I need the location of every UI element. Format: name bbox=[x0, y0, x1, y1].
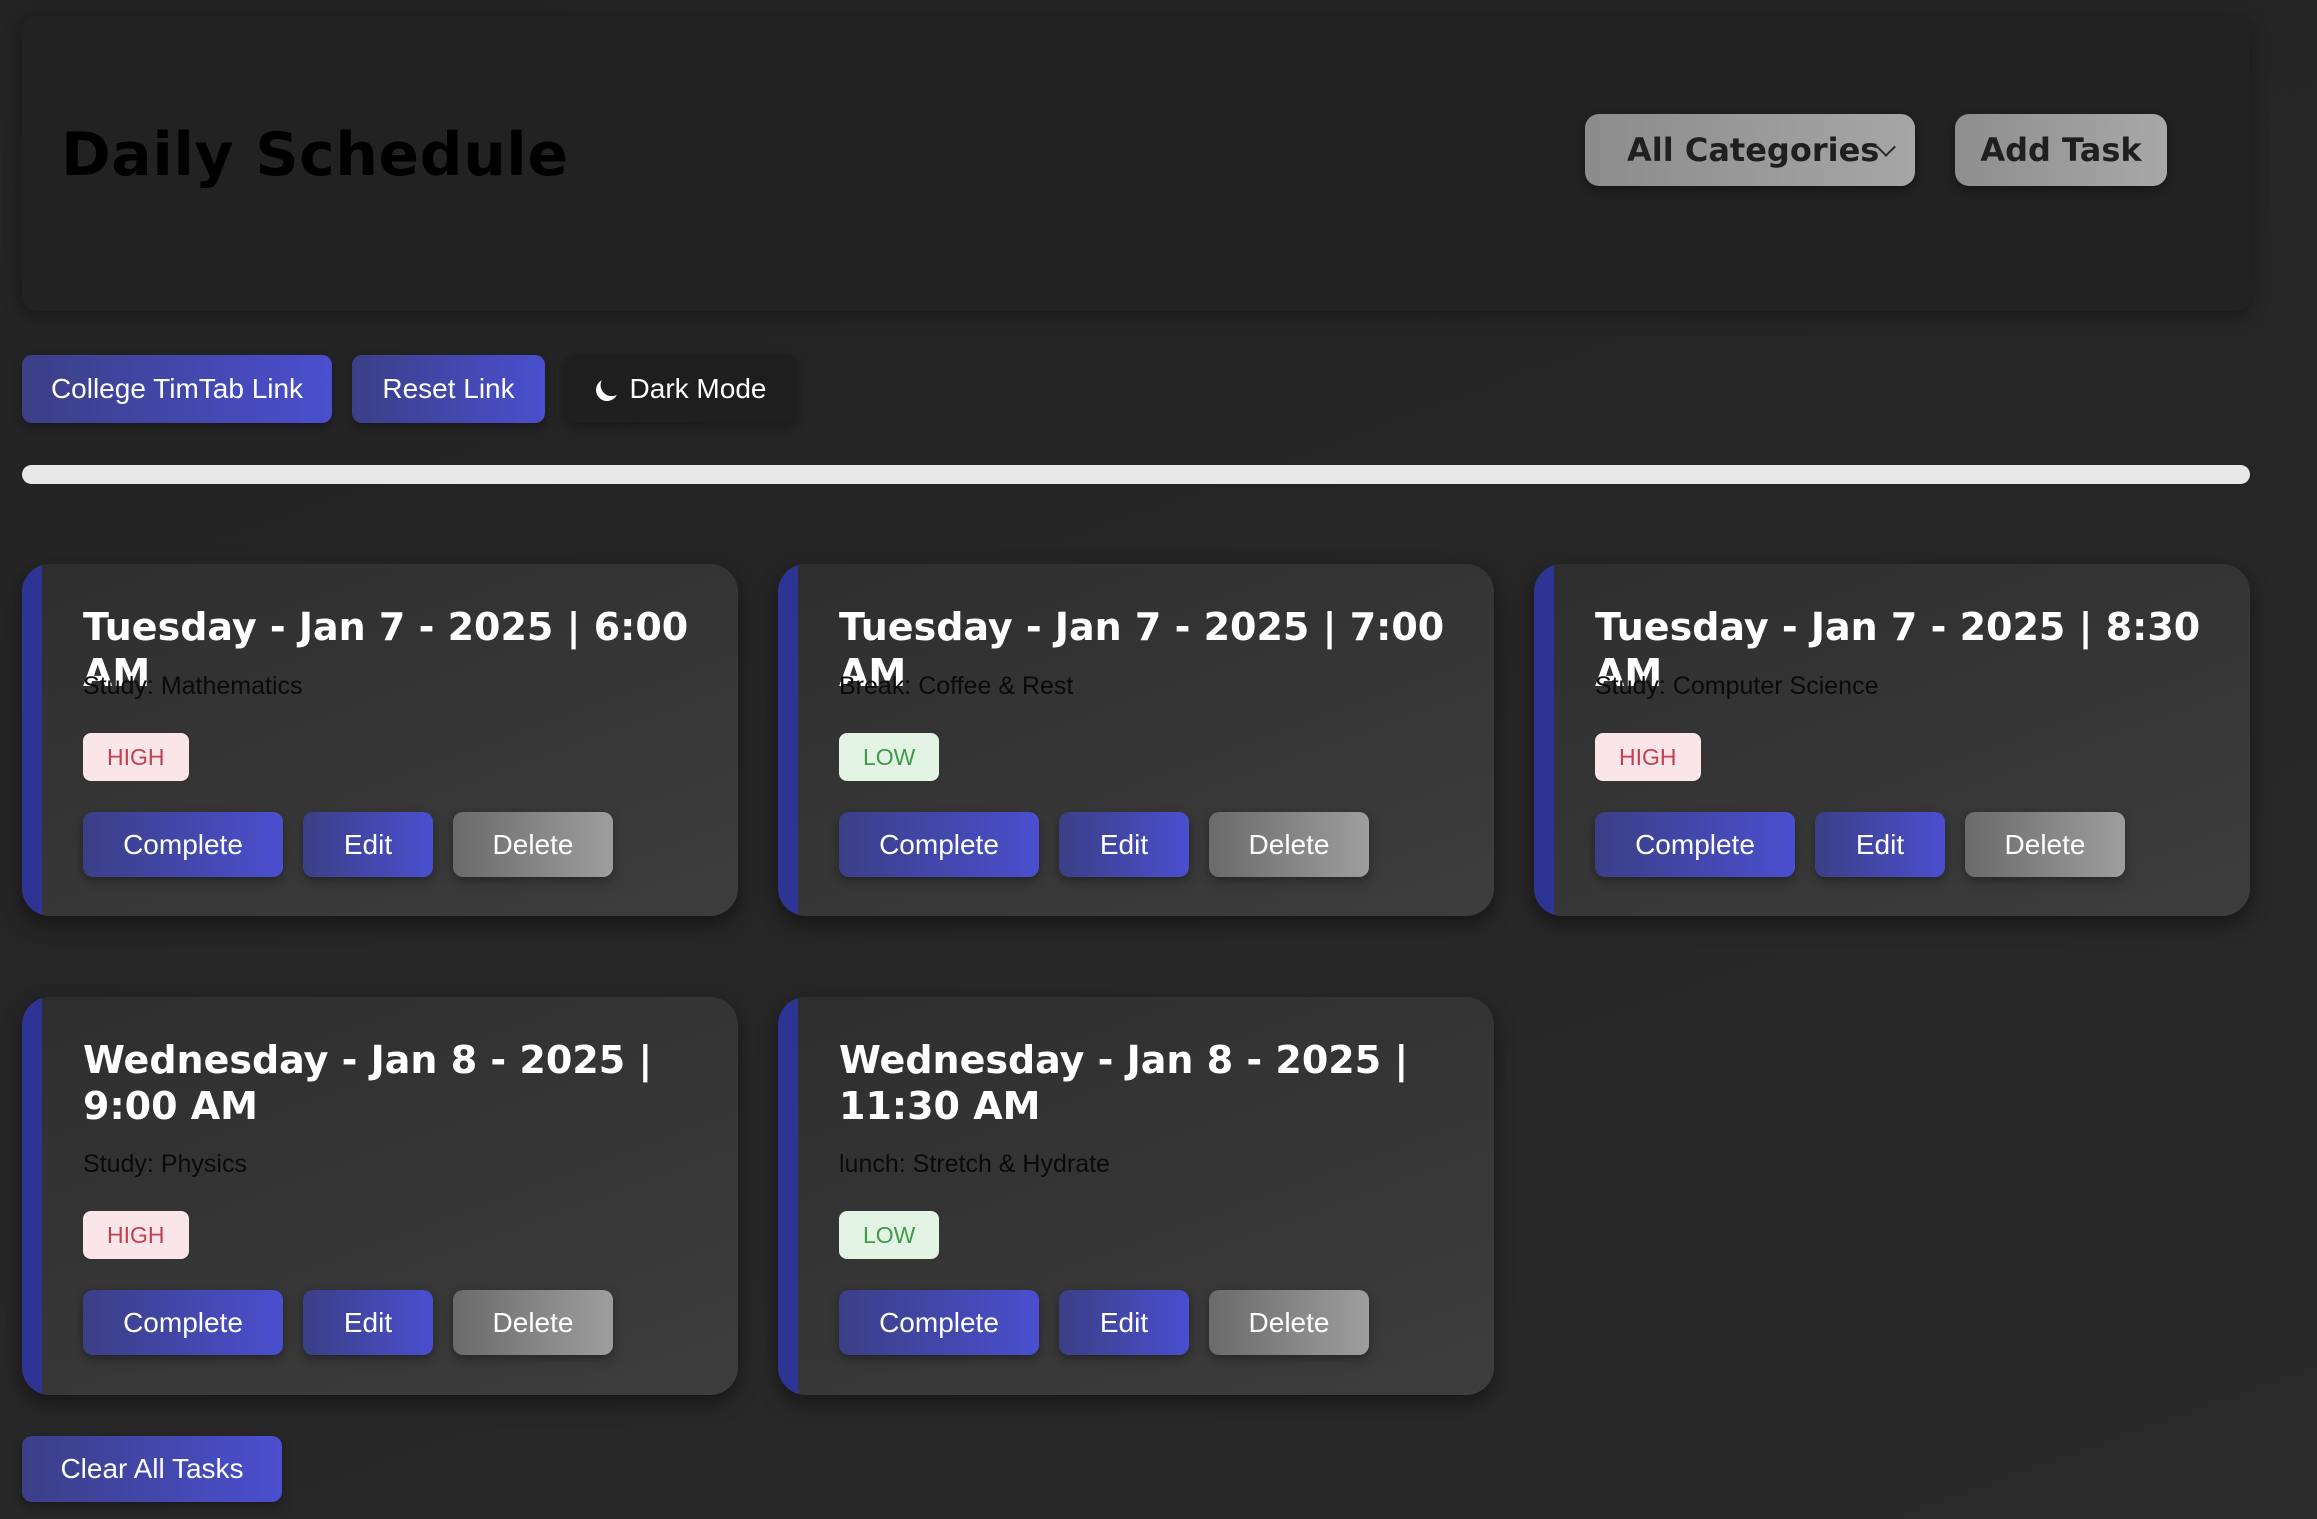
task-title: Wednesday - Jan 8 - 2025 | 11:30 AM bbox=[839, 1038, 1409, 1128]
task-description: Study: Mathematics bbox=[83, 672, 303, 700]
task-card: Tuesday - Jan 7 - 2025 | 8:30 AM Study: … bbox=[1534, 564, 2250, 916]
edit-button[interactable]: Edit bbox=[303, 1290, 433, 1355]
card-accent-bar bbox=[22, 997, 42, 1395]
reset-link-button[interactable]: Reset Link bbox=[352, 355, 545, 423]
complete-button[interactable]: Complete bbox=[1595, 812, 1795, 877]
progress-bar bbox=[22, 465, 2250, 484]
complete-button[interactable]: Complete bbox=[83, 812, 283, 877]
complete-button[interactable]: Complete bbox=[83, 1290, 283, 1355]
edit-button[interactable]: Edit bbox=[1059, 1290, 1189, 1355]
priority-badge: HIGH bbox=[1595, 733, 1701, 781]
task-description: Study: Physics bbox=[83, 1150, 247, 1178]
task-card: Tuesday - Jan 7 - 2025 | 7:00 AM Break: … bbox=[778, 564, 1494, 916]
priority-badge: LOW bbox=[839, 1211, 940, 1259]
priority-badge: LOW bbox=[839, 733, 940, 781]
category-select-value: All Categories bbox=[1627, 131, 1880, 169]
delete-button[interactable]: Delete bbox=[453, 812, 613, 877]
card-accent-bar bbox=[778, 997, 798, 1395]
task-description: Break: Coffee & Rest bbox=[839, 672, 1074, 700]
card-accent-bar bbox=[778, 564, 798, 916]
moon-icon bbox=[592, 376, 620, 404]
complete-button[interactable]: Complete bbox=[839, 812, 1039, 877]
card-accent-bar bbox=[22, 564, 42, 916]
edit-button[interactable]: Edit bbox=[1815, 812, 1945, 877]
college-timtab-link-button[interactable]: College TimTab Link bbox=[22, 355, 332, 423]
complete-button[interactable]: Complete bbox=[839, 1290, 1039, 1355]
task-card: Wednesday - Jan 8 - 2025 | 11:30 AM lunc… bbox=[778, 997, 1494, 1395]
delete-button[interactable]: Delete bbox=[1965, 812, 2125, 877]
delete-button[interactable]: Delete bbox=[1209, 1290, 1369, 1355]
delete-button[interactable]: Delete bbox=[453, 1290, 613, 1355]
task-card: Tuesday - Jan 7 - 2025 | 6:00 AM Study: … bbox=[22, 564, 738, 916]
add-task-button[interactable]: Add Task bbox=[1955, 114, 2167, 186]
page-title: Daily Schedule bbox=[61, 120, 569, 190]
delete-button[interactable]: Delete bbox=[1209, 812, 1369, 877]
priority-badge: HIGH bbox=[83, 733, 189, 781]
edit-button[interactable]: Edit bbox=[303, 812, 433, 877]
task-card: Wednesday - Jan 8 - 2025 | 9:00 AM Study… bbox=[22, 997, 738, 1395]
edit-button[interactable]: Edit bbox=[1059, 812, 1189, 877]
dark-mode-button[interactable]: Dark Mode bbox=[565, 355, 797, 423]
dark-mode-label: Dark Mode bbox=[629, 373, 767, 404]
clear-all-tasks-button[interactable]: Clear All Tasks bbox=[22, 1436, 282, 1502]
priority-badge: HIGH bbox=[83, 1211, 189, 1259]
category-select[interactable]: All Categories bbox=[1585, 114, 1915, 186]
card-accent-bar bbox=[1534, 564, 1554, 916]
task-title: Wednesday - Jan 8 - 2025 | 9:00 AM bbox=[83, 1038, 653, 1128]
task-description: lunch: Stretch & Hydrate bbox=[839, 1150, 1110, 1178]
task-description: Study: Computer Science bbox=[1595, 672, 1879, 700]
